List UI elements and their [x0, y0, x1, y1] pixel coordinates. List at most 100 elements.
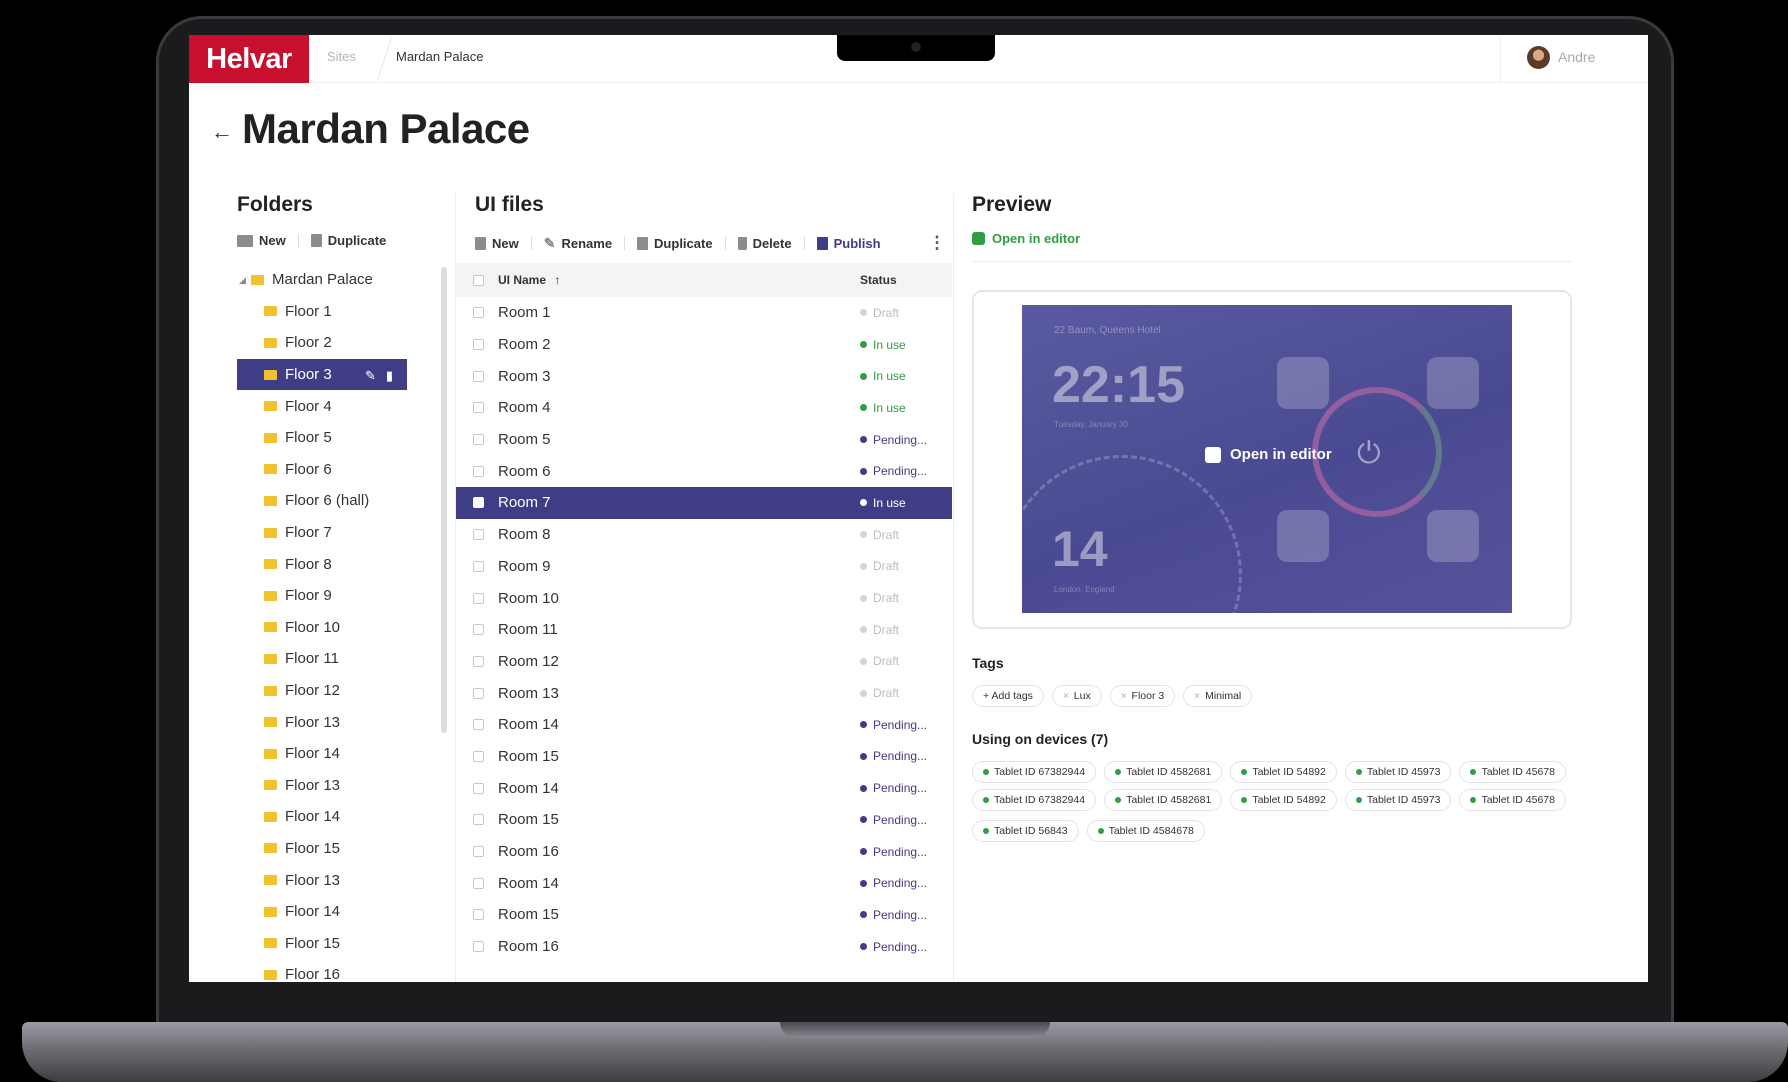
folder-item[interactable]: Floor 9 [237, 580, 407, 612]
row-checkbox[interactable] [473, 339, 484, 351]
folder-item[interactable]: Floor 13 [237, 770, 407, 802]
row-checkbox[interactable] [473, 846, 484, 858]
folder-item[interactable]: Floor 5 [237, 422, 407, 454]
table-row[interactable]: Room 9 Draft [456, 551, 952, 583]
device-chip[interactable]: Tablet ID 45678 [1459, 789, 1566, 811]
folder-item[interactable]: Floor 13 [237, 864, 407, 896]
folder-item[interactable]: Floor 4 [237, 390, 407, 422]
column-ui-name[interactable]: UI Name ↑ [498, 273, 860, 287]
tag-chip[interactable]: × Minimal [1183, 685, 1253, 707]
folder-item[interactable]: Floor 13 [237, 706, 407, 738]
publish-button[interactable]: Publish [816, 236, 881, 251]
folder-item[interactable]: Floor 12 [237, 675, 407, 707]
row-checkbox[interactable] [473, 402, 484, 414]
table-row[interactable]: Room 15 Pending... [456, 804, 952, 836]
duplicate-folder-button[interactable]: Duplicate [310, 233, 386, 248]
breadcrumb-sites[interactable]: Sites [327, 49, 356, 64]
table-row[interactable]: Room 15 Pending... [456, 899, 952, 931]
ui-preview-screen[interactable]: 22 Baum, Queens Hotel 22:15 Tuesday, Jan… [1022, 305, 1512, 613]
row-checkbox[interactable] [473, 655, 484, 667]
table-row[interactable]: Room 16 Pending... [456, 836, 952, 868]
new-folder-button[interactable]: New [237, 233, 286, 248]
row-checkbox[interactable] [473, 782, 484, 794]
table-row[interactable]: Room 15 Pending... [456, 741, 952, 773]
open-in-editor-overlay-button[interactable]: Open in editor [1205, 446, 1332, 463]
folder-item[interactable]: Floor 11 [237, 643, 407, 675]
table-row[interactable]: Room 1 Draft [456, 297, 952, 329]
remove-tag-icon[interactable]: × [1194, 691, 1200, 702]
row-checkbox[interactable] [473, 877, 484, 889]
helvar-logo[interactable]: Helvar [189, 35, 309, 83]
remove-tag-icon[interactable]: × [1121, 691, 1127, 702]
row-checkbox[interactable] [473, 529, 484, 541]
arrow-left-icon[interactable]: ← [211, 119, 233, 145]
table-row[interactable]: Room 4 In use [456, 392, 952, 424]
folder-item[interactable]: Floor 15 [237, 927, 407, 959]
user-menu[interactable]: Andre [1500, 35, 1648, 83]
add-tags-button[interactable]: + Add tags [972, 685, 1044, 707]
folder-item[interactable]: Floor 15 [237, 833, 407, 865]
row-checkbox[interactable] [473, 750, 484, 762]
table-row[interactable]: Room 2 In use [456, 329, 952, 361]
table-row[interactable]: Room 7 In use [456, 487, 952, 519]
folder-item[interactable]: Floor 8 [237, 548, 407, 580]
row-checkbox[interactable] [473, 497, 484, 509]
folder-item[interactable]: Floor 14 [237, 738, 407, 770]
device-chip[interactable]: Tablet ID 4582681 [1104, 761, 1223, 783]
tag-chip[interactable]: × Floor 3 [1109, 685, 1176, 707]
table-row[interactable]: Room 14 Pending... [456, 772, 952, 804]
device-chip[interactable]: Tablet ID 45973 [1344, 761, 1452, 783]
edit-pencil-icon[interactable]: ✎ [365, 368, 376, 384]
row-checkbox[interactable] [473, 307, 484, 319]
device-chip[interactable]: Tablet ID 56843 [972, 820, 1079, 842]
row-checkbox[interactable] [473, 592, 484, 604]
row-checkbox[interactable] [473, 687, 484, 699]
folder-item[interactable]: Floor 2 [237, 327, 407, 359]
trash-icon[interactable]: ▮ [386, 368, 393, 384]
new-file-button[interactable]: New [475, 236, 519, 251]
row-checkbox[interactable] [473, 434, 484, 446]
table-row[interactable]: Room 12 Draft [456, 646, 952, 678]
table-row[interactable]: Room 16 Pending... [456, 931, 952, 963]
table-row[interactable]: Room 10 Draft [456, 582, 952, 614]
row-checkbox[interactable] [473, 560, 484, 572]
device-chip[interactable]: Tablet ID 54892 [1230, 761, 1337, 783]
folder-item[interactable]: Floor 3 ✎ ▮ [237, 358, 407, 391]
more-vertical-icon[interactable]: ⋮ [929, 233, 946, 253]
device-chip[interactable]: Tablet ID 4584678 [1086, 820, 1205, 842]
device-chip[interactable]: Tablet ID 45678 [1459, 761, 1566, 783]
folder-root[interactable]: ◢ Mardan Palace [237, 264, 407, 296]
device-chip[interactable]: Tablet ID 67382944 [972, 789, 1097, 811]
folder-item[interactable]: Floor 14 [237, 801, 407, 833]
device-chip[interactable]: Tablet ID 54892 [1230, 789, 1337, 811]
folder-item[interactable]: Floor 14 [237, 896, 407, 928]
row-checkbox[interactable] [473, 814, 484, 826]
table-row[interactable]: Room 14 Pending... [456, 867, 952, 899]
folder-item[interactable]: Floor 6 [237, 454, 407, 486]
table-row[interactable]: Room 11 Draft [456, 614, 952, 646]
row-checkbox[interactable] [473, 909, 484, 921]
open-in-editor-link[interactable]: Open in editor [972, 231, 1080, 246]
column-status[interactable]: Status [860, 273, 897, 287]
row-checkbox[interactable] [473, 370, 484, 382]
folder-item[interactable]: Floor 10 [237, 612, 407, 644]
rename-button[interactable]: ✎ Rename [544, 235, 612, 252]
duplicate-file-button[interactable]: Duplicate [637, 236, 713, 251]
table-row[interactable]: Room 5 Pending... [456, 424, 952, 456]
folder-tree-scrollbar[interactable] [441, 267, 447, 733]
table-row[interactable]: Room 3 In use [456, 360, 952, 392]
table-row[interactable]: Room 13 Draft [456, 677, 952, 709]
folder-item[interactable]: Floor 16 [237, 959, 407, 982]
table-row[interactable]: Room 6 Pending... [456, 455, 952, 487]
row-checkbox[interactable] [473, 465, 484, 477]
select-all-checkbox[interactable] [473, 274, 484, 286]
device-chip[interactable]: Tablet ID 45973 [1344, 789, 1452, 811]
row-checkbox[interactable] [473, 941, 484, 953]
table-row[interactable]: Room 8 Draft [456, 519, 952, 551]
delete-button[interactable]: Delete [737, 236, 792, 251]
remove-tag-icon[interactable]: × [1063, 691, 1069, 702]
device-chip[interactable]: Tablet ID 4582681 [1104, 789, 1223, 811]
device-chip[interactable]: Tablet ID 67382944 [972, 761, 1097, 783]
table-row[interactable]: Room 14 Pending... [456, 709, 952, 741]
folder-item[interactable]: Floor 1 [237, 296, 407, 328]
